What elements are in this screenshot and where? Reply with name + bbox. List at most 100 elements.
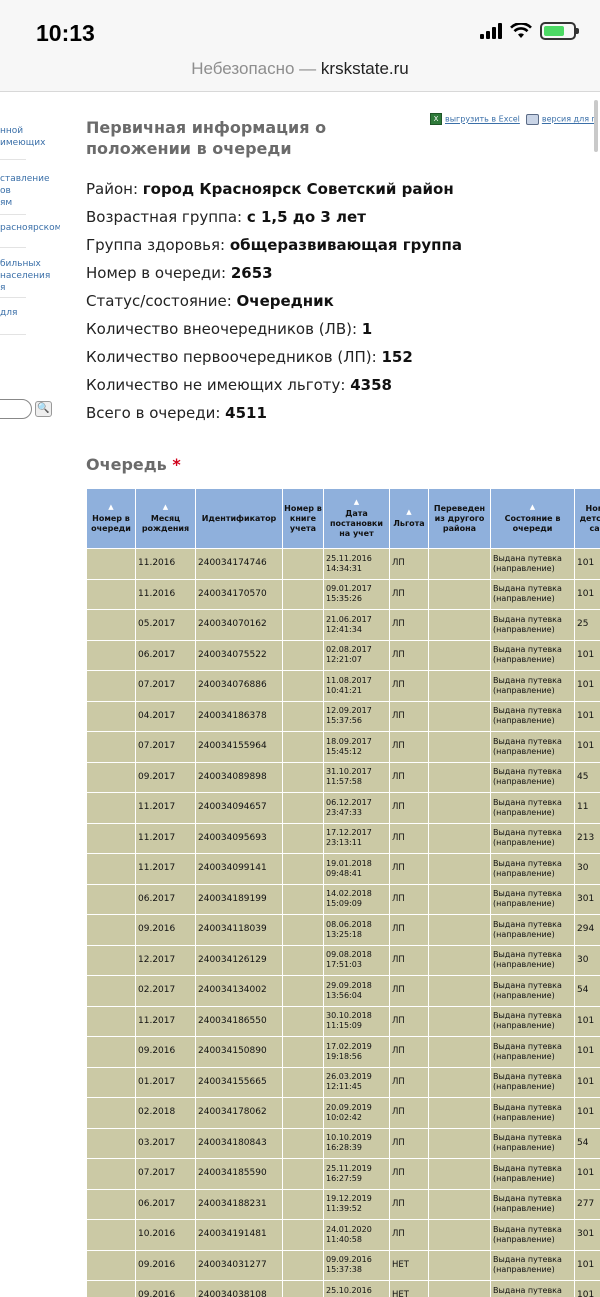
left-sidebar: нной имеющих ставление ов ям расноярском би… xyxy=(0,92,60,432)
cell-col-registration-date: 29.09.2018 13:56:04 xyxy=(323,975,390,1007)
cell-col-kindergarten-number: 277 xyxy=(574,1188,600,1220)
cell-col-transferred xyxy=(428,609,491,641)
cell-col-queue-number xyxy=(86,822,136,854)
cell-col-kindergarten-number: 101 xyxy=(574,1036,600,1068)
header-label: Номер детского сада xyxy=(579,503,600,533)
cell-col-identifier: 240034180843 xyxy=(195,1127,283,1159)
cell-col-registration-date: 30.10.2018 11:15:09 xyxy=(323,1005,390,1037)
info-age-group: Возрастная группа: с 1,5 до 3 лет xyxy=(86,208,366,226)
cell-col-book-number xyxy=(282,1127,324,1159)
cell-col-birth-month: 06.2017 xyxy=(135,1188,196,1220)
sidebar-item-4[interactable]: бильных населения я xyxy=(0,258,60,294)
cell-col-queue-state: Выдана путевка (направление) xyxy=(490,883,575,915)
cell-col-queue-state: Выдана путевка (направление) xyxy=(490,1036,575,1068)
sidebar-item-2[interactable]: ставление ов ям xyxy=(0,173,60,209)
cell-col-book-number xyxy=(282,1280,324,1297)
cell-col-identifier: 240034170570 xyxy=(195,578,283,610)
cell-col-identifier: 240034174746 xyxy=(195,548,283,580)
queue-section-title: Очередь * xyxy=(86,455,181,474)
sort-arrow-icon[interactable]: ▲ xyxy=(88,503,134,511)
header-col-registration-date[interactable]: ▲ Дата постановки на учет xyxy=(323,488,390,549)
info-lp-count: Количество первоочередников (ЛП): 152 xyxy=(86,348,413,366)
header-col-identifier[interactable]: Идентификатор xyxy=(195,488,283,549)
cell-col-queue-state: Выдана путевка (направление) xyxy=(490,1005,575,1037)
table-row: 03.2017 240034180843 10.10.2019 16:28:39 ЛП… xyxy=(86,1127,600,1159)
cell-col-identifier: 240034094657 xyxy=(195,792,283,824)
sort-arrow-icon[interactable]: ▲ xyxy=(391,508,427,516)
cell-col-birth-month: 11.2017 xyxy=(135,853,196,885)
sidebar-item-5[interactable]: для xyxy=(0,307,60,319)
cell-col-queue-number xyxy=(86,578,136,610)
info-lv-count: Количество внеочередников (ЛВ): 1 xyxy=(86,320,373,338)
cell-col-registration-date: 09.09.2016 15:37:38 xyxy=(323,1249,390,1281)
search-input[interactable] xyxy=(0,399,32,419)
cell-col-transferred xyxy=(428,731,491,763)
header-col-kindergarten-number[interactable]: Номер детского сада xyxy=(574,488,600,549)
header-col-queue-number[interactable]: ▲ Номер в очереди xyxy=(86,488,136,549)
cell-col-kindergarten-number: 101 xyxy=(574,1249,600,1281)
wifi-icon xyxy=(510,23,532,38)
cell-col-kindergarten-number: 54 xyxy=(574,975,600,1007)
cell-col-queue-state: Выдана путевка (направление) xyxy=(490,822,575,854)
sidebar-item-3[interactable]: расноярском xyxy=(0,222,60,234)
table-row: 11.2017 240034095693 17.12.2017 23:13:11 ЛП… xyxy=(86,822,600,854)
browser-address-bar[interactable]: Небезопасно — krskstate.ru xyxy=(0,52,600,92)
cell-col-queue-number xyxy=(86,1005,136,1037)
cell-col-book-number xyxy=(282,761,324,793)
cell-col-queue-state: Выдана путевка (направление) xyxy=(490,1249,575,1281)
cell-col-queue-state: Выдана путевка (направление) xyxy=(490,639,575,671)
cell-col-identifier: 240034150890 xyxy=(195,1036,283,1068)
cell-col-kindergarten-number: 101 xyxy=(574,578,600,610)
cell-col-benefit: ЛП xyxy=(389,731,429,763)
cell-col-identifier: 240034075522 xyxy=(195,639,283,671)
info-health-group: Группа здоровья: общеразвивающая группа xyxy=(86,236,462,254)
cell-col-book-number xyxy=(282,609,324,641)
cell-col-kindergarten-number: 101 xyxy=(574,548,600,580)
cell-col-queue-number xyxy=(86,548,136,580)
cell-col-registration-date: 21.06.2017 12:41:34 xyxy=(323,609,390,641)
cell-col-transferred xyxy=(428,1036,491,1068)
header-col-transferred[interactable]: Переведен из другого района xyxy=(428,488,491,549)
cell-col-transferred xyxy=(428,914,491,946)
search-button[interactable]: 🔍 xyxy=(35,401,52,417)
not-secure-label: Небезопасно xyxy=(191,59,295,78)
cell-col-queue-state: Выдана путевка (направление) xyxy=(490,700,575,732)
cell-col-identifier: 240034188231 xyxy=(195,1188,283,1220)
sort-arrow-icon[interactable]: ▲ xyxy=(325,498,388,506)
cell-col-registration-date: 12.09.2017 15:37:56 xyxy=(323,700,390,732)
header-col-book-number[interactable]: Номер в книге учета xyxy=(282,488,324,549)
cell-col-identifier: 240034118039 xyxy=(195,914,283,946)
cell-col-birth-month: 09.2016 xyxy=(135,1280,196,1297)
cell-col-queue-state: Выдана путевка (направление) xyxy=(490,1066,575,1098)
cell-col-transferred xyxy=(428,1066,491,1098)
table-row: 05.2017 240034070162 21.06.2017 12:41:34 ЛП… xyxy=(86,609,600,641)
info-total: Всего в очереди: 4511 xyxy=(86,404,267,422)
cell-col-queue-number xyxy=(86,700,136,732)
cell-col-transferred xyxy=(428,1097,491,1129)
cell-col-registration-date: 02.08.2017 12:21:07 xyxy=(323,639,390,671)
header-col-benefit[interactable]: ▲ Льгота xyxy=(389,488,429,549)
table-row: 06.2017 240034075522 02.08.2017 12:21:07 ЛП… xyxy=(86,639,600,671)
cell-col-birth-month: 11.2016 xyxy=(135,578,196,610)
table-row: 11.2017 240034094657 06.12.2017 23:47:33 ЛП… xyxy=(86,792,600,824)
sort-arrow-icon[interactable]: ▲ xyxy=(137,503,194,511)
cell-col-registration-date: 09.08.2018 17:51:03 xyxy=(323,944,390,976)
table-row: 02.2018 240034178062 20.09.2019 10:02:42 ЛП… xyxy=(86,1097,600,1129)
sidebar-item-1[interactable]: нной имеющих xyxy=(0,125,60,149)
cell-col-queue-number xyxy=(86,1066,136,1098)
cell-col-kindergarten-number: 30 xyxy=(574,853,600,885)
cell-col-queue-number xyxy=(86,1036,136,1068)
cell-col-queue-state: Выдана путевка (направление) xyxy=(490,853,575,885)
table-row: 12.2017 240034126129 09.08.2018 17:51:03 ЛП… xyxy=(86,944,600,976)
cell-col-benefit: ЛП xyxy=(389,761,429,793)
cell-col-benefit: ЛП xyxy=(389,883,429,915)
table-row: 11.2017 240034099141 19.01.2018 09:48:41 ЛП… xyxy=(86,853,600,885)
cell-col-queue-state: Выдана путевка (направление) xyxy=(490,1280,575,1297)
cell-col-queue-number xyxy=(86,914,136,946)
table-row: 10.2016 240034191481 24.01.2020 11:40:58 ЛП… xyxy=(86,1219,600,1251)
header-col-queue-state[interactable]: ▲ Состояние в очереди xyxy=(490,488,575,549)
header-col-birth-month[interactable]: ▲ Месяц рождения xyxy=(135,488,196,549)
cell-col-kindergarten-number: 301 xyxy=(574,1219,600,1251)
sort-arrow-icon[interactable]: ▲ xyxy=(492,503,573,511)
table-row: 06.2017 240034189199 14.02.2018 15:09:09 ЛП… xyxy=(86,883,600,915)
